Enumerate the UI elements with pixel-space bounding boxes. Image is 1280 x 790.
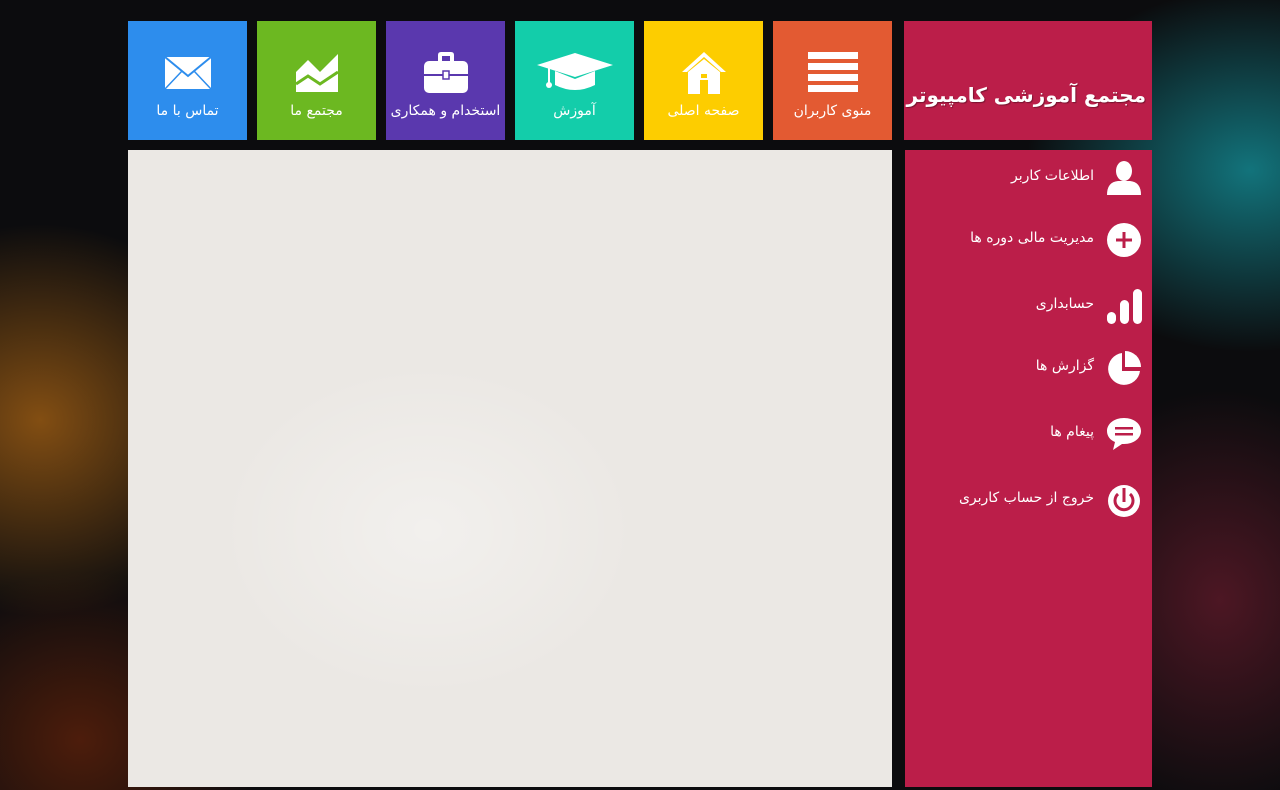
sidebar-item-label: حسابداری bbox=[1035, 296, 1094, 312]
tile-label: آموزش bbox=[553, 103, 596, 119]
envelope-icon bbox=[128, 49, 247, 97]
sidebar: اطلاعات کاربر مدیریت مالی دوره ها حسابدا… bbox=[905, 150, 1152, 787]
tile-users-menu[interactable]: منوی کاربران bbox=[773, 21, 892, 140]
sidebar-item-label: خروج از حساب کاربری bbox=[958, 490, 1094, 506]
tile-label: مجتمع ما bbox=[290, 103, 343, 119]
chat-bubble-icon bbox=[1106, 416, 1142, 452]
graduation-cap-icon bbox=[515, 49, 634, 97]
tile-home[interactable]: صفحه اصلی bbox=[644, 21, 763, 140]
sidebar-item-label: مدیریت مالی دوره ها bbox=[970, 230, 1094, 246]
content-panel bbox=[128, 150, 892, 787]
sidebar-item-user-info[interactable]: اطلاعات کاربر bbox=[905, 156, 1152, 200]
sidebar-item-label: اطلاعات کاربر bbox=[1011, 168, 1094, 184]
menu-lines-icon bbox=[773, 49, 892, 97]
sidebar-item-reports[interactable]: گزارش ها bbox=[905, 346, 1152, 390]
sidebar-item-messages[interactable]: پیغام ها bbox=[905, 412, 1152, 456]
sidebar-item-logout[interactable]: خروج از حساب کاربری bbox=[905, 478, 1152, 522]
sidebar-item-label: گزارش ها bbox=[1035, 358, 1094, 374]
tile-label: صفحه اصلی bbox=[667, 103, 740, 119]
tile-label: تماس با ما bbox=[156, 103, 219, 119]
plus-circle-icon bbox=[1106, 222, 1142, 258]
brand-title: مجتمع آموزشی کامپیوتر bbox=[906, 83, 1147, 107]
power-icon bbox=[1106, 482, 1142, 518]
tile-label: منوی کاربران bbox=[793, 103, 872, 119]
tile-label: استخدام و همکاری bbox=[390, 103, 501, 119]
tile-about[interactable]: مجتمع ما bbox=[257, 21, 376, 140]
tile-jobs[interactable]: استخدام و همکاری bbox=[386, 21, 505, 140]
bar-chart-icon bbox=[1106, 288, 1142, 324]
tile-education[interactable]: آموزش bbox=[515, 21, 634, 140]
user-icon bbox=[1106, 160, 1142, 196]
sidebar-item-label: پیغام ها bbox=[1050, 424, 1094, 440]
sidebar-item-accounting[interactable]: حسابداری bbox=[905, 284, 1152, 328]
brand-panel: مجتمع آموزشی کامپیوتر bbox=[904, 21, 1152, 140]
pie-chart-icon bbox=[1106, 350, 1142, 386]
tile-contact[interactable]: تماس با ما bbox=[128, 21, 247, 140]
area-chart-icon bbox=[257, 49, 376, 97]
sidebar-item-course-finance[interactable]: مدیریت مالی دوره ها bbox=[905, 218, 1152, 262]
home-icon bbox=[644, 49, 763, 97]
briefcase-icon bbox=[386, 49, 505, 97]
